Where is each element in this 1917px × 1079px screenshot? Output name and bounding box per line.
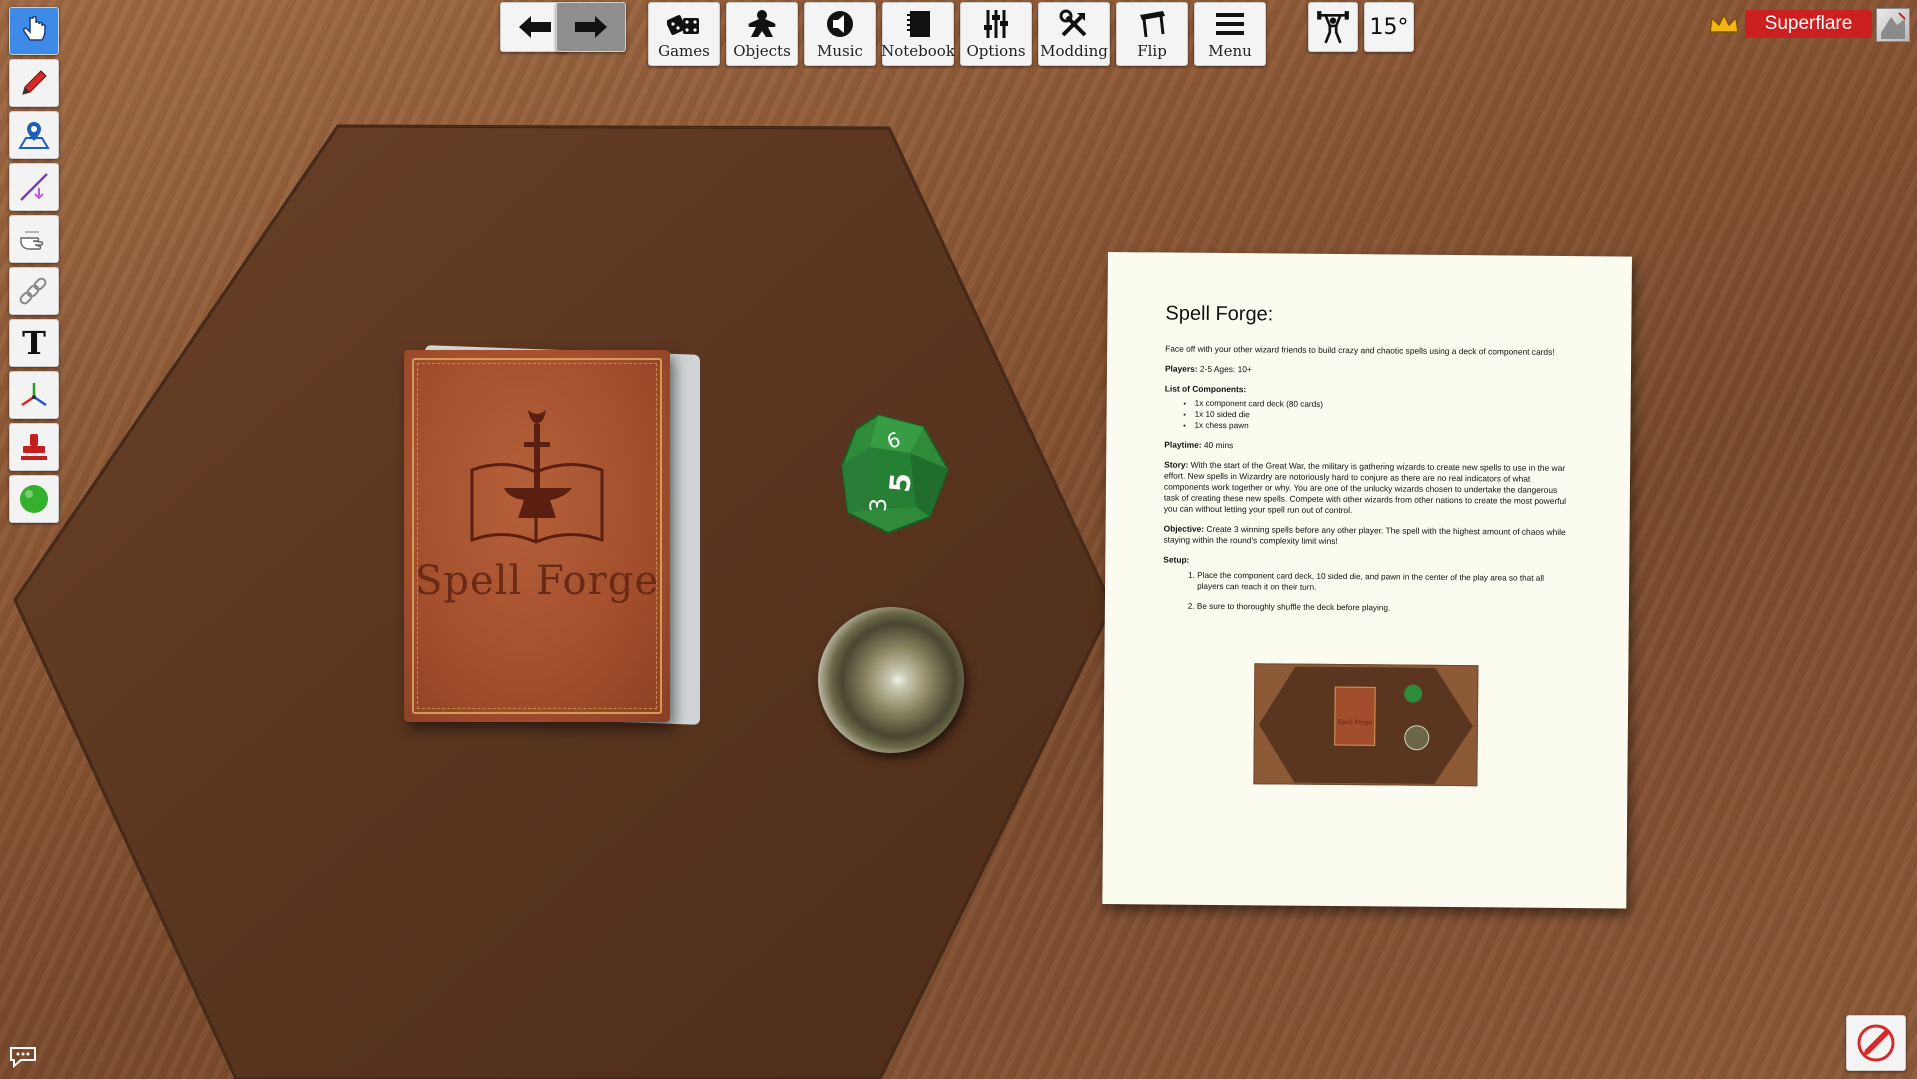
green-circle-icon — [20, 485, 48, 513]
hand-pointer-icon — [23, 15, 46, 41]
doc-setup-heading: Setup: — [1163, 554, 1190, 565]
list-item: Be sure to thoroughly shuffle the deck b… — [1197, 601, 1571, 615]
snap-tool-button[interactable] — [9, 423, 59, 471]
redo-button[interactable] — [556, 2, 626, 52]
list-item: Place the component card deck, 10 sided … — [1197, 570, 1571, 595]
avatar[interactable] — [1876, 8, 1910, 42]
pencil-icon — [22, 70, 47, 95]
setup-preview-image: Spell Forge — [1253, 663, 1479, 787]
die-face-center: 5 — [883, 472, 918, 494]
menu-label: Menu — [1208, 42, 1252, 60]
joint-tool-button[interactable] — [9, 267, 59, 315]
grab-tool-button[interactable] — [9, 7, 59, 55]
player-name-tag[interactable]: Superflare — [1745, 10, 1872, 38]
sliders-icon — [984, 10, 1008, 38]
modding-button[interactable]: Modding — [1038, 2, 1110, 66]
notebook-button[interactable]: Notebook — [881, 2, 955, 66]
options-label: Options — [966, 42, 1026, 60]
map-pin-icon — [18, 122, 50, 149]
menu-button[interactable]: Menu — [1194, 2, 1266, 66]
list-item: 1x chess pawn — [1194, 420, 1572, 434]
hide-drawings-button[interactable] — [1846, 1015, 1906, 1071]
arrow-left-icon — [519, 16, 551, 38]
hamburger-icon — [1216, 13, 1244, 35]
gizmo-tool-button[interactable] — [9, 371, 59, 419]
draw-tool-button[interactable] — [9, 59, 59, 107]
flick-hand-icon — [20, 231, 44, 250]
flip-label: Flip — [1137, 42, 1167, 60]
avatar-image-icon — [1881, 12, 1906, 39]
player-name: Superflare — [1764, 13, 1853, 34]
chess-pawn[interactable] — [818, 607, 964, 753]
ruler-line-icon — [20, 173, 48, 201]
text-t-icon: T — [22, 324, 46, 362]
meeple-icon — [748, 10, 776, 37]
tools-icon — [1059, 9, 1087, 37]
map-pin-tool-button[interactable] — [9, 111, 59, 159]
doc-players: Players: 2-5 Ages: 10+ — [1164, 363, 1252, 375]
music-label: Music — [817, 42, 863, 60]
objects-label: Objects — [733, 42, 791, 60]
notebook-icon — [907, 11, 930, 37]
modding-label: Modding — [1040, 42, 1108, 60]
stamp-icon — [21, 434, 47, 460]
options-button[interactable]: Options — [960, 2, 1032, 66]
doc-intro: Face off with your other wizard friends … — [1165, 343, 1555, 357]
games-label: Games — [658, 42, 710, 60]
weightlifter-icon — [1317, 11, 1349, 44]
color-tool-button[interactable] — [9, 475, 59, 523]
spell-forge-card-deck[interactable]: Spell Forge — [404, 350, 670, 722]
rotation-snap-button[interactable]: 15° — [1364, 2, 1414, 52]
doc-objective: Objective: Create 3 winning spells befor… — [1163, 523, 1566, 547]
chat-bubble-icon[interactable] — [8, 1044, 38, 1068]
line-tool-button[interactable] — [9, 163, 59, 211]
doc-story: Story: With the start of the Great War, … — [1163, 459, 1567, 516]
axis-gizmo-icon — [21, 383, 47, 407]
speaker-icon — [827, 11, 853, 37]
games-button[interactable]: Games — [648, 2, 720, 66]
anvil-book-sword-emblem-icon — [470, 410, 604, 544]
green-d10-die[interactable]: 6 5 3 — [840, 413, 950, 535]
rotation-value: 15° — [1369, 14, 1409, 40]
doc-playtime: Playtime: 40 mins — [1164, 439, 1234, 451]
die-face-bottom: 3 — [867, 498, 892, 512]
doc-setup-list: Place the component card deck, 10 sided … — [1163, 569, 1571, 615]
crown-icon — [1709, 13, 1739, 33]
deck-title: Spell Forge — [414, 558, 660, 604]
doc-components-list: 1x component card deck (80 cards) 1x 10 … — [1164, 398, 1572, 435]
flip-table-icon — [1140, 11, 1165, 38]
objects-button[interactable]: Objects — [726, 2, 798, 66]
rules-document[interactable]: Spell Forge: Face off with your other wi… — [1102, 252, 1632, 909]
mini-deck-title: Spell Forge — [1337, 719, 1373, 727]
flip-button[interactable]: Flip — [1116, 2, 1188, 66]
notebook-label: Notebook — [881, 42, 955, 60]
flick-tool-button[interactable] — [9, 215, 59, 263]
music-button[interactable]: Music — [804, 2, 876, 66]
chain-link-icon — [19, 277, 47, 305]
arrow-right-icon — [575, 16, 607, 38]
lift-height-button[interactable] — [1308, 2, 1358, 52]
no-draw-icon — [1857, 1024, 1895, 1062]
dice-icon — [667, 15, 699, 35]
doc-components-heading: List of Components: — [1164, 383, 1247, 395]
doc-title: Spell Forge: — [1165, 302, 1274, 326]
text-tool-button[interactable]: T — [9, 319, 59, 367]
